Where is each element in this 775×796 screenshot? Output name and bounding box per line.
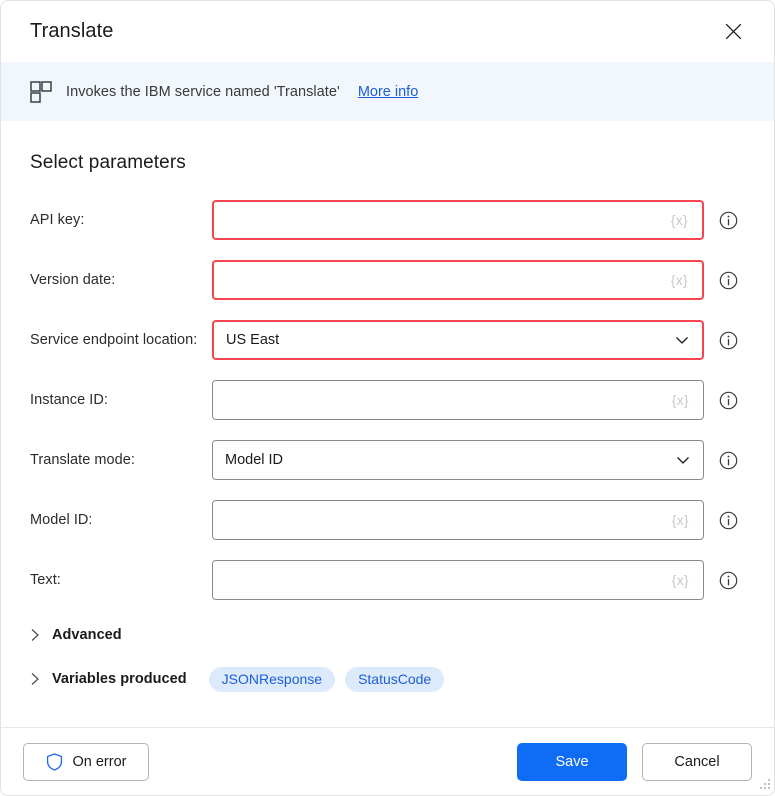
- on-error-label: On error: [72, 753, 127, 770]
- close-button[interactable]: [714, 15, 752, 49]
- api-key-input[interactable]: {x}: [212, 200, 704, 240]
- field-label-api-key: API key:: [30, 212, 85, 228]
- field-label-text: Text:: [30, 572, 61, 588]
- info-icon-text[interactable]: [719, 571, 738, 590]
- more-info-link[interactable]: More info: [358, 84, 418, 100]
- field-row-version-date: Version date: {x}: [30, 260, 745, 300]
- variables-produced-label: Variables produced: [52, 671, 187, 687]
- section-title: Select parameters: [30, 152, 186, 173]
- variable-badge-jsonresponse[interactable]: JSONResponse: [208, 666, 336, 692]
- chevron-down-icon-translate-mode: [677, 457, 689, 464]
- info-banner: Invokes the IBM service named 'Translate…: [1, 62, 774, 121]
- save-button[interactable]: Save: [517, 742, 627, 781]
- variables-produced-section-toggle[interactable]: Variables produced JSONResponse StatusCo…: [30, 664, 745, 694]
- info-icon-version-date[interactable]: [719, 271, 738, 290]
- variable-badge-statuscode[interactable]: StatusCode: [345, 666, 445, 692]
- field-row-translate-mode: Translate mode: Model ID: [30, 440, 745, 480]
- info-icon-model-id[interactable]: [719, 511, 738, 530]
- cancel-button[interactable]: Cancel: [642, 742, 752, 781]
- variables-produced-badges: JSONResponse StatusCode: [208, 666, 445, 692]
- instance-id-input[interactable]: {x}: [212, 380, 704, 420]
- version-date-placeholder-token: {x}: [670, 272, 688, 288]
- chevron-down-icon-service-endpoint: [676, 337, 688, 344]
- chevron-right-icon-advanced: [31, 629, 39, 641]
- modules-grid-icon: [30, 80, 52, 103]
- version-date-input[interactable]: {x}: [212, 260, 704, 300]
- info-icon-translate-mode[interactable]: [719, 451, 738, 470]
- advanced-section-toggle[interactable]: Advanced: [30, 620, 745, 650]
- field-row-api-key: API key: {x}: [30, 200, 745, 240]
- model-id-input[interactable]: {x}: [212, 500, 704, 540]
- info-icon-service-endpoint-location[interactable]: [719, 331, 738, 350]
- field-label-instance-id: Instance ID:: [30, 392, 108, 408]
- field-row-text: Text: {x}: [30, 560, 745, 600]
- cancel-label: Cancel: [674, 753, 720, 770]
- close-icon: [725, 23, 741, 40]
- translate-mode-select[interactable]: Model ID: [212, 440, 704, 480]
- field-row-instance-id: Instance ID: {x}: [30, 380, 745, 420]
- on-error-button[interactable]: On error: [23, 742, 149, 781]
- service-endpoint-location-value: US East: [226, 332, 280, 348]
- field-label-service-endpoint-location: Service endpoint location:: [30, 332, 198, 348]
- save-label: Save: [555, 753, 589, 770]
- translate-mode-value: Model ID: [225, 452, 284, 468]
- resize-grip-icon[interactable]: [757, 778, 771, 792]
- model-id-placeholder-token: {x}: [671, 512, 689, 528]
- text-input[interactable]: {x}: [212, 560, 704, 600]
- dialog-titlebar: Translate: [1, 1, 774, 62]
- api-key-placeholder-token: {x}: [670, 212, 688, 228]
- banner-text: Invokes the IBM service named 'Translate…: [66, 83, 340, 100]
- info-icon-api-key[interactable]: [719, 211, 738, 230]
- advanced-label: Advanced: [52, 627, 122, 643]
- text-placeholder-token: {x}: [671, 572, 689, 588]
- info-icon-instance-id[interactable]: [719, 391, 738, 410]
- instance-id-placeholder-token: {x}: [671, 392, 689, 408]
- page-title: Translate: [30, 20, 114, 42]
- field-label-model-id: Model ID:: [30, 512, 93, 528]
- field-label-version-date: Version date:: [30, 272, 116, 288]
- chevron-right-icon-variables-produced: [31, 673, 39, 685]
- field-row-service-endpoint-location: Service endpoint location: US East: [30, 320, 745, 360]
- service-endpoint-location-select[interactable]: US East: [212, 320, 704, 360]
- field-row-model-id: Model ID: {x}: [30, 500, 745, 540]
- shield-icon: [46, 752, 62, 771]
- dialog-body: Select parameters API key: {x} Version d…: [1, 121, 774, 727]
- translate-dialog: Translate Invokes the IBM service named …: [0, 0, 775, 796]
- field-label-translate-mode: Translate mode:: [30, 452, 135, 468]
- dialog-footer: On error Save Cancel: [1, 727, 774, 795]
